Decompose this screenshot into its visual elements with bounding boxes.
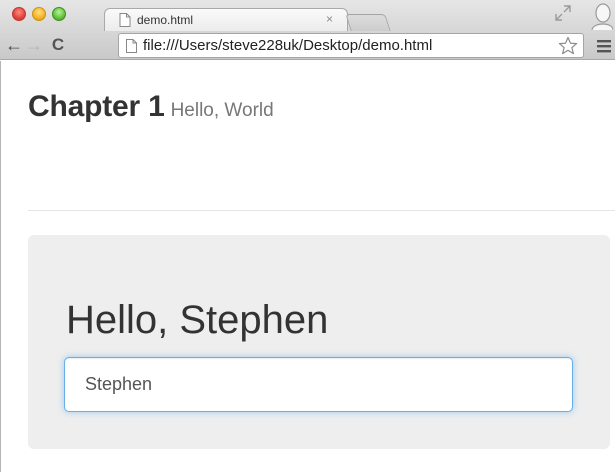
header-divider bbox=[28, 210, 615, 211]
close-window-button[interactable] bbox=[12, 7, 26, 21]
tab-demo-html[interactable]: demo.html × bbox=[104, 8, 348, 31]
page-subtitle: Hello, World bbox=[170, 100, 274, 121]
zoom-window-button[interactable] bbox=[52, 7, 66, 21]
tab-close-icon[interactable]: × bbox=[326, 12, 333, 26]
star-icon[interactable] bbox=[558, 36, 578, 56]
name-input[interactable] bbox=[64, 357, 573, 412]
page-title: Chapter 1 bbox=[28, 90, 165, 123]
greeting-panel: Hello, Stephen bbox=[28, 235, 610, 449]
profile-icon[interactable] bbox=[589, 2, 613, 30]
greeting-heading: Hello, Stephen bbox=[66, 298, 329, 342]
page-icon bbox=[126, 39, 137, 53]
page-icon bbox=[119, 13, 131, 27]
new-tab-button[interactable] bbox=[345, 14, 391, 31]
minimize-window-button[interactable] bbox=[32, 7, 46, 21]
page-header: Chapter 1 Hello, World bbox=[28, 90, 274, 124]
forward-button[interactable]: → bbox=[22, 33, 46, 57]
browser-toolbar: ← → C file:///Users/steve228uk/Desktop/d… bbox=[0, 31, 615, 60]
address-bar-url: file:///Users/steve228uk/Desktop/demo.ht… bbox=[143, 37, 433, 54]
address-bar[interactable]: file:///Users/steve228uk/Desktop/demo.ht… bbox=[118, 33, 584, 58]
tab-title: demo.html bbox=[137, 13, 194, 27]
menu-icon[interactable] bbox=[596, 38, 612, 54]
browser-window-chrome: demo.html × ← → C file:///Users/steve228… bbox=[0, 0, 615, 60]
reload-button[interactable]: C bbox=[46, 33, 70, 57]
tab-strip: demo.html × bbox=[0, 0, 615, 31]
fullscreen-icon[interactable] bbox=[554, 4, 572, 22]
window-left-border bbox=[0, 61, 1, 472]
